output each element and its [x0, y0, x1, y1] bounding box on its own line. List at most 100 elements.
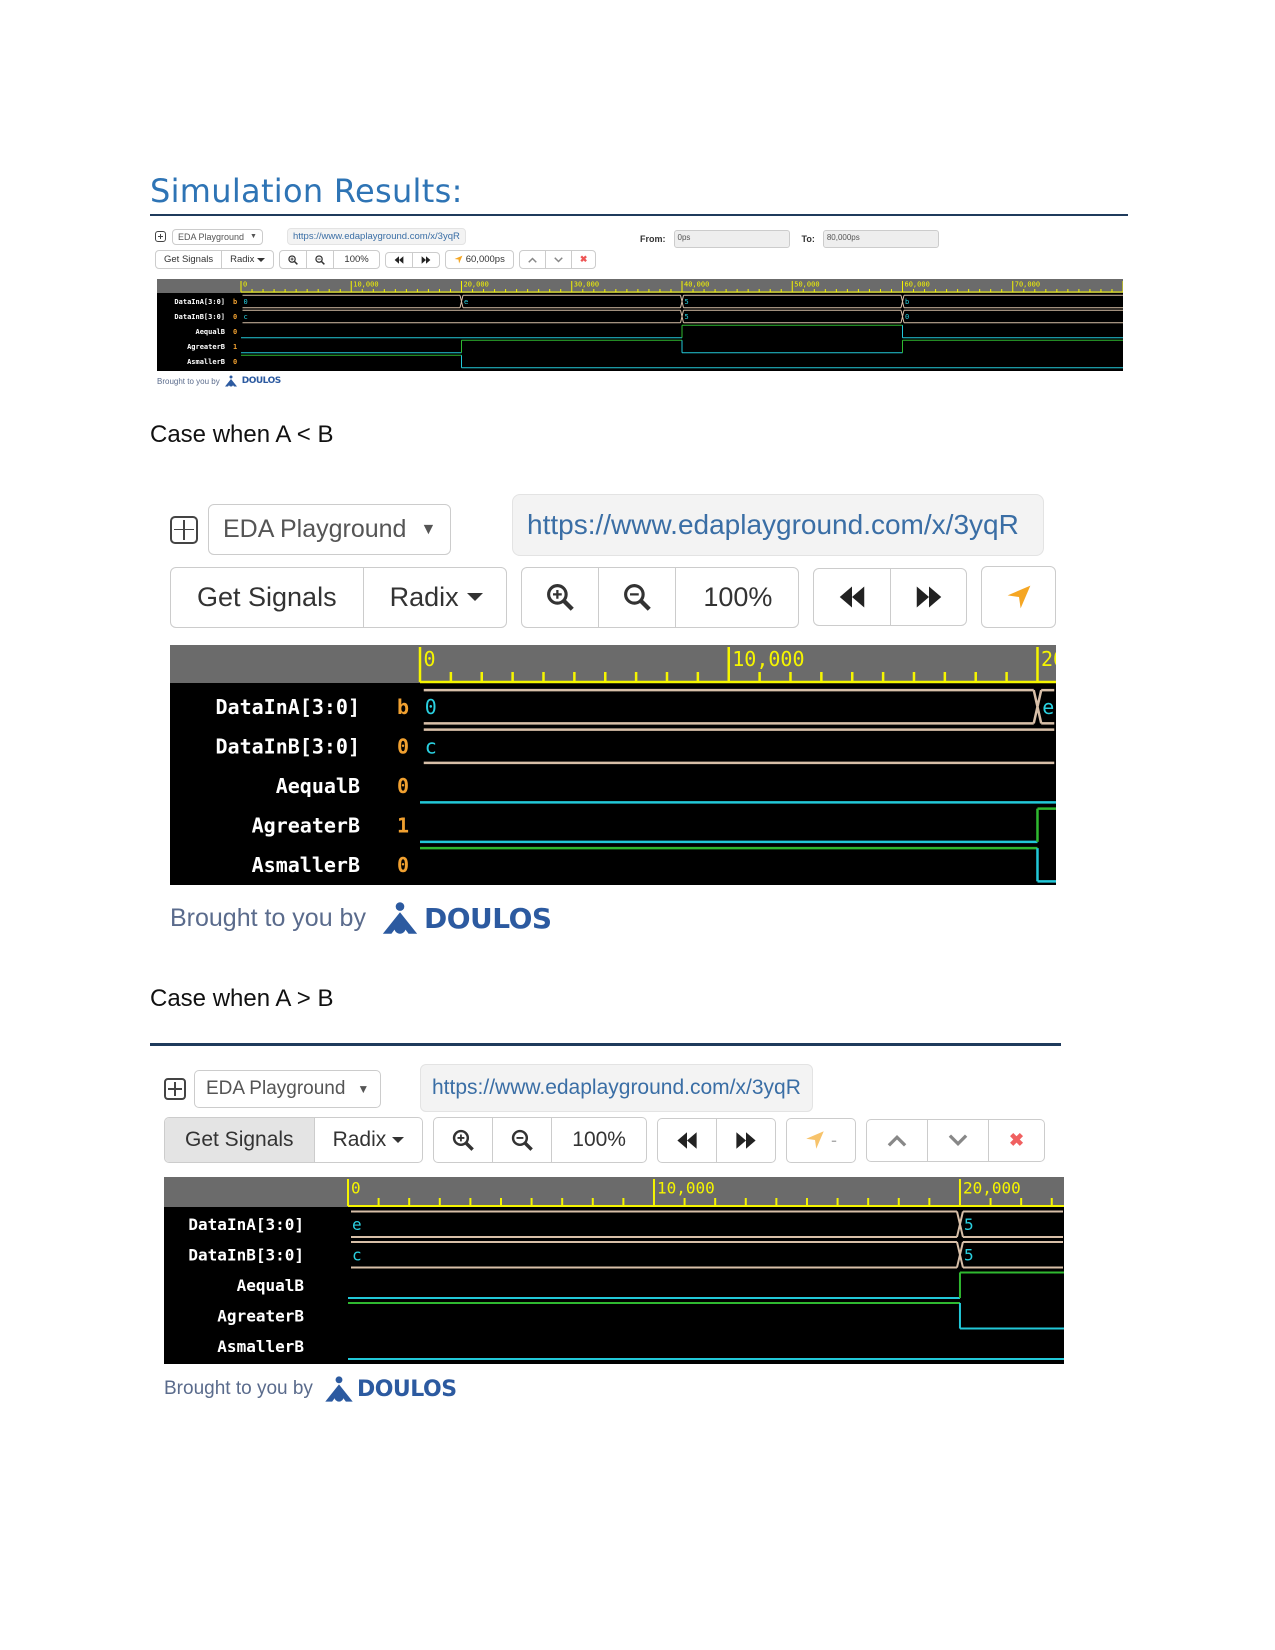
waveform-viewer[interactable]: 0 10,000 20,000 DataInA[3:0] e 5 DataInB[3:0] c…: [164, 1177, 1064, 1364]
bus-value: c: [425, 734, 437, 758]
zoom-in-icon: [453, 1129, 475, 1151]
heading-rule: [150, 214, 1128, 216]
fast-backward-button[interactable]: [814, 569, 891, 625]
ruler-label: 50,000: [794, 281, 819, 289]
bus-transition: [680, 310, 684, 323]
toolbar: Get Signals Radix 100% - ✖: [164, 1117, 1046, 1163]
tool-select[interactable]: EDA Playground ▼: [194, 1070, 382, 1108]
credit-text: Brought to you by: [164, 1378, 313, 1399]
zoom-level[interactable]: 100%: [334, 251, 378, 268]
get-signals-button[interactable]: Get Signals: [156, 251, 223, 268]
radix-label: Radix: [332, 1128, 387, 1151]
bus-value: c: [244, 313, 248, 321]
fast-forward-button[interactable]: [891, 569, 966, 625]
doulos-logo-icon: [325, 1376, 353, 1402]
cursor-time-button[interactable]: [982, 567, 1056, 627]
remove-signal-button[interactable]: ✖: [572, 251, 596, 268]
share-url[interactable]: https://www.edaplayground.com/x/3yqR: [420, 1064, 813, 1112]
tool-select-label: EDA Playground: [223, 515, 407, 543]
signal-name: DataInA[3:0]: [188, 1215, 304, 1234]
waveform-panel-overview: EDA Playground ▼ https://www.edaplaygrou…: [155, 224, 1125, 394]
share-url[interactable]: https://www.edaplayground.com/x/3yqR: [286, 228, 466, 245]
fast-forward-button[interactable]: [717, 1119, 775, 1162]
cursor-time: 60,000ps: [465, 254, 505, 265]
zoom-out-icon: [512, 1129, 534, 1151]
zoom-out-button[interactable]: [307, 251, 335, 268]
bus-value: 0: [425, 695, 437, 719]
fast-backward-icon: [677, 1131, 697, 1149]
ruler-label: 10,000: [353, 281, 378, 289]
bus-value: e: [352, 1215, 362, 1234]
zoom-level[interactable]: 100%: [552, 1118, 646, 1162]
zoom-out-button[interactable]: [599, 567, 677, 627]
ruler-label: 0: [424, 647, 436, 671]
to-label: To:: [801, 234, 815, 244]
tool-select[interactable]: EDA Playground ▼: [172, 228, 263, 245]
signal-name: AgreaterB: [187, 343, 225, 351]
bus-value: 0: [905, 313, 909, 321]
signal-up-button[interactable]: [520, 251, 546, 268]
radix-button[interactable]: Radix: [364, 568, 507, 627]
bus-value: e: [464, 298, 468, 306]
close-icon: ✖: [1008, 1129, 1025, 1150]
fast-backward-button[interactable]: [386, 252, 413, 267]
signal-name: AgreaterB: [217, 1306, 304, 1325]
bus-transition: [900, 310, 905, 323]
doulos-brand: DOULOS: [241, 376, 281, 386]
bus-value: b: [905, 298, 909, 306]
zoom-in-button[interactable]: [280, 251, 308, 268]
tool-select-label: EDA Playground: [178, 231, 245, 242]
signal-value: 1: [233, 343, 237, 351]
remove-signal-button[interactable]: ✖: [989, 1120, 1044, 1161]
plus-square-icon[interactable]: [164, 1078, 186, 1100]
ruler-label: 20,000: [1041, 647, 1056, 671]
to-field[interactable]: 80,000ps: [822, 230, 939, 248]
plus-square-icon[interactable]: [155, 231, 166, 242]
zoom-in-button[interactable]: [522, 567, 600, 627]
cursor-time-button[interactable]: 60,000ps: [446, 251, 513, 268]
zoom-in-button[interactable]: [434, 1118, 494, 1162]
signal-down-button[interactable]: [928, 1119, 989, 1161]
get-signals-button[interactable]: Get Signals: [165, 1118, 315, 1162]
doulos-brand: DOULOS: [356, 1376, 457, 1402]
bus-transition: [955, 1211, 964, 1238]
cursor-arrow-icon: [806, 1131, 824, 1149]
tool-select-label: EDA Playground: [206, 1078, 346, 1099]
signal-down-button[interactable]: [546, 251, 572, 268]
chevron-down-icon: [554, 256, 563, 263]
signal-name: DataInA[3:0]: [174, 298, 225, 306]
signal-value: b: [397, 695, 409, 719]
fast-forward-icon: [916, 586, 941, 608]
fast-backward-button[interactable]: [658, 1118, 717, 1162]
dropdown-triangle-icon: ▼: [250, 233, 257, 240]
signal-name: AsmallerB: [217, 1337, 304, 1356]
zoom-in-icon: [547, 584, 575, 611]
chevron-up-icon: [528, 256, 537, 263]
plus-square-icon[interactable]: [170, 515, 198, 544]
radix-button[interactable]: Radix: [222, 251, 273, 268]
bus-value: 5: [964, 1215, 974, 1234]
radix-button[interactable]: Radix: [315, 1118, 423, 1162]
zoom-level[interactable]: 100%: [676, 568, 797, 627]
ruler-label: 60,000: [905, 281, 930, 289]
share-url[interactable]: https://www.edaplayground.com/x/3yqR: [512, 494, 1044, 556]
radix-label: Radix: [389, 581, 459, 612]
doulos-logo-icon: [224, 375, 237, 387]
credit-text: Brought to you by: [157, 376, 220, 386]
signal-value: 0: [233, 328, 237, 336]
cursor-time-button[interactable]: -: [787, 1119, 855, 1162]
get-signals-button[interactable]: Get Signals: [171, 567, 364, 627]
bus-value: e: [1042, 695, 1054, 719]
zoom-out-icon: [624, 584, 652, 611]
waveform-viewer[interactable]: 010,00020,000DataInA[3:0]b0eDataInB[3:0]…: [170, 645, 1056, 885]
from-field[interactable]: 0ps: [673, 230, 790, 248]
waveform-panel-a-greater-b: EDA Playground ▼ https://www.edaplaygrou…: [162, 1062, 1064, 1422]
fast-forward-icon: [421, 255, 431, 264]
tool-select[interactable]: EDA Playground ▼: [208, 504, 452, 555]
fast-forward-button[interactable]: [413, 253, 439, 267]
ruler-label: 20,000: [963, 1179, 1021, 1198]
signal-name: DataInB[3:0]: [174, 313, 225, 321]
zoom-out-button[interactable]: [493, 1118, 553, 1162]
signal-up-button[interactable]: [867, 1119, 928, 1161]
waveform-viewer[interactable]: 0 10,000 20,000 30,000 40,000 50,000 60,000 70,…: [157, 279, 1123, 371]
